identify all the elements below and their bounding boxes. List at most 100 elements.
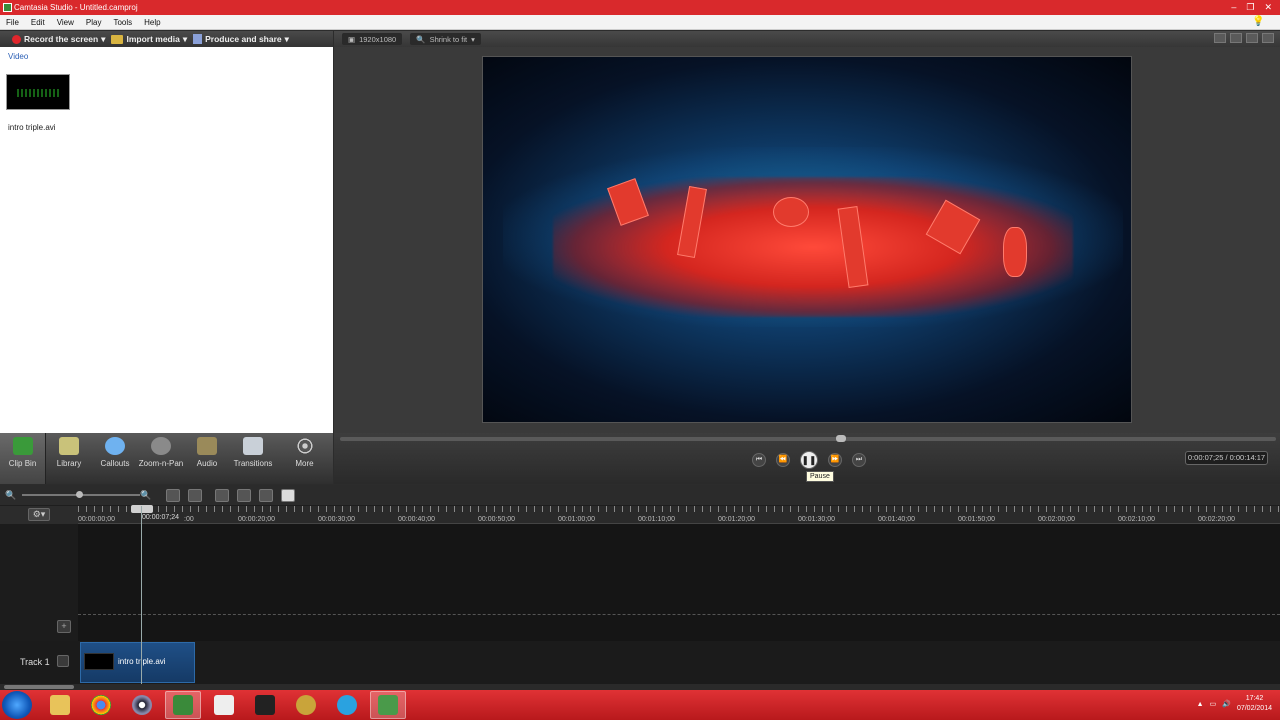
chevron-down-icon: ▾ (284, 33, 289, 44)
settings-icon[interactable] (1246, 33, 1258, 43)
clip-thumbnail[interactable] (6, 74, 70, 110)
split-icon[interactable] (237, 489, 251, 502)
chrome-icon[interactable] (83, 691, 119, 719)
clock[interactable]: 17:42 07/02/2014 (1237, 694, 1272, 714)
playhead-handle[interactable] (131, 505, 153, 513)
ruler-tick-label: 00:00:40;00 (398, 516, 435, 523)
record-icon (12, 34, 21, 44)
menu-play[interactable]: Play (80, 18, 108, 27)
tab-callouts[interactable]: Callouts (92, 433, 138, 484)
zoom-dropdown[interactable]: 🔍 Shrink to fit ▾ (410, 33, 481, 45)
camtasia-recorder-icon[interactable] (370, 691, 406, 719)
redo-icon[interactable] (188, 489, 202, 502)
ruler-tick-label: 00:01:10;00 (638, 516, 675, 523)
empty-track-area[interactable] (0, 524, 1280, 641)
video-section-header: Video (8, 52, 29, 61)
tab-more[interactable]: More (276, 433, 333, 484)
menu-file[interactable]: File (0, 18, 25, 27)
rewind-icon[interactable]: ⏪ (776, 453, 790, 467)
tab-zoom-n-pan[interactable]: Zoom-n-Pan (138, 433, 184, 484)
speaker-icon (197, 437, 217, 455)
produce-share-button[interactable]: Produce and share ▾ (193, 34, 289, 45)
detach-icon[interactable] (1230, 33, 1242, 43)
scrubber-handle[interactable] (836, 435, 847, 442)
playhead-line (141, 506, 142, 686)
title-bar: Camtasia Studio - Untitled.camproj (0, 0, 1280, 15)
add-track-button[interactable]: + (57, 620, 71, 633)
minimize-button[interactable]: – (1231, 0, 1236, 15)
close-button[interactable]: ✕ (1264, 0, 1272, 15)
folder-icon (111, 34, 124, 44)
menu-edit[interactable]: Edit (25, 18, 51, 27)
import-label: Import media (126, 34, 180, 44)
undo-icon[interactable] (166, 489, 180, 502)
scrollbar-thumb[interactable] (4, 685, 74, 689)
magnifier-icon: 🔍 (416, 34, 426, 44)
pause-tooltip: Pause (806, 471, 834, 482)
track-drop-line (78, 614, 1280, 615)
window-controls: – ❐ ✕ (1231, 0, 1272, 15)
resize-icon: ▣ (348, 34, 356, 44)
preview-scrubber[interactable] (340, 435, 1276, 442)
record-screen-button[interactable]: Record the screen ▾ (12, 34, 105, 45)
tab-clip-bin[interactable]: Clip Bin (0, 433, 46, 484)
clock-date: 07/02/2014 (1236, 705, 1272, 712)
windows-taskbar (0, 690, 1280, 720)
window-title: Camtasia Studio - Untitled.camproj (14, 3, 138, 12)
lock-icon[interactable] (57, 655, 69, 667)
maximize-button[interactable]: ❐ (1246, 0, 1254, 15)
callout-icon (105, 437, 125, 455)
skip-end-icon[interactable]: ⏭ (852, 453, 866, 467)
pause-button[interactable]: ❚❚ (800, 451, 818, 469)
browser-icon[interactable] (124, 691, 160, 719)
zoom-slider-handle[interactable] (76, 491, 83, 498)
chevron-down-icon: ▾ (101, 33, 106, 44)
copy-icon[interactable] (259, 489, 273, 502)
transport-controls: ⏮ ⏪ ❚❚ ⏩ ⏭ (752, 451, 866, 469)
tab-transitions[interactable]: Transitions (230, 433, 276, 484)
menu-help[interactable]: Help (138, 18, 166, 27)
clock-time: 17:42 (1245, 695, 1264, 702)
resolution-dropdown[interactable]: ▣ 1920x1080 (342, 33, 403, 45)
resolution-value: 1920x1080 (359, 34, 397, 44)
zoom-icon (151, 437, 171, 455)
speaker-icon[interactable]: 🔊 (1222, 700, 1231, 708)
menu-tools[interactable]: Tools (107, 18, 138, 27)
menu-view[interactable]: View (51, 18, 80, 27)
game-icon[interactable] (288, 691, 324, 719)
lightbulb-icon[interactable]: 💡 (1252, 16, 1266, 28)
ruler-tick-label: 00:00:30;00 (318, 516, 355, 523)
ruler-tick-label: :00 (184, 516, 194, 523)
produce-label: Produce and share (205, 34, 282, 44)
ruler-tick-label: 00:01:50;00 (958, 516, 995, 523)
preview-view-buttons (1214, 33, 1274, 43)
camtasia-icon[interactable] (165, 691, 201, 719)
crop-icon[interactable] (1214, 33, 1226, 43)
system-tray: ▲ ▭ 🔊 17:42 07/02/2014 (1197, 694, 1272, 714)
assassin-icon[interactable] (247, 691, 283, 719)
fast-forward-icon[interactable]: ⏩ (828, 453, 842, 467)
start-button[interactable] (2, 691, 32, 719)
tab-library[interactable]: Library (46, 433, 92, 484)
tray-arrow-icon[interactable]: ▲ (1197, 701, 1204, 708)
preview-toolbar: ▣ 1920x1080 🔍 Shrink to fit ▾ (334, 31, 1280, 47)
video-app-icon[interactable] (206, 691, 242, 719)
zoom-in-icon[interactable]: 🔍 (140, 490, 152, 502)
skip-start-icon[interactable]: ⏮ (752, 453, 766, 467)
paste-icon[interactable] (281, 489, 295, 502)
zoom-value: Shrink to fit (429, 34, 468, 44)
zoom-out-icon[interactable]: 🔍 (5, 490, 17, 502)
playhead-time: 00:00:07;24 (142, 514, 179, 521)
import-media-button[interactable]: Import media ▾ (111, 34, 187, 45)
skype-icon[interactable] (329, 691, 365, 719)
network-icon[interactable]: ▭ (1210, 700, 1217, 708)
gear-icon[interactable]: ⚙▾ (28, 508, 50, 521)
ruler-tick-label: 00:02:20;00 (1198, 516, 1235, 523)
cut-icon[interactable] (215, 489, 229, 502)
chevron-down-icon: ▾ (182, 33, 188, 44)
fullscreen-icon[interactable] (1262, 33, 1274, 43)
film-icon (193, 34, 203, 44)
explorer-icon[interactable] (42, 691, 78, 719)
video-preview[interactable] (482, 56, 1132, 423)
tab-audio[interactable]: Audio (184, 433, 230, 484)
